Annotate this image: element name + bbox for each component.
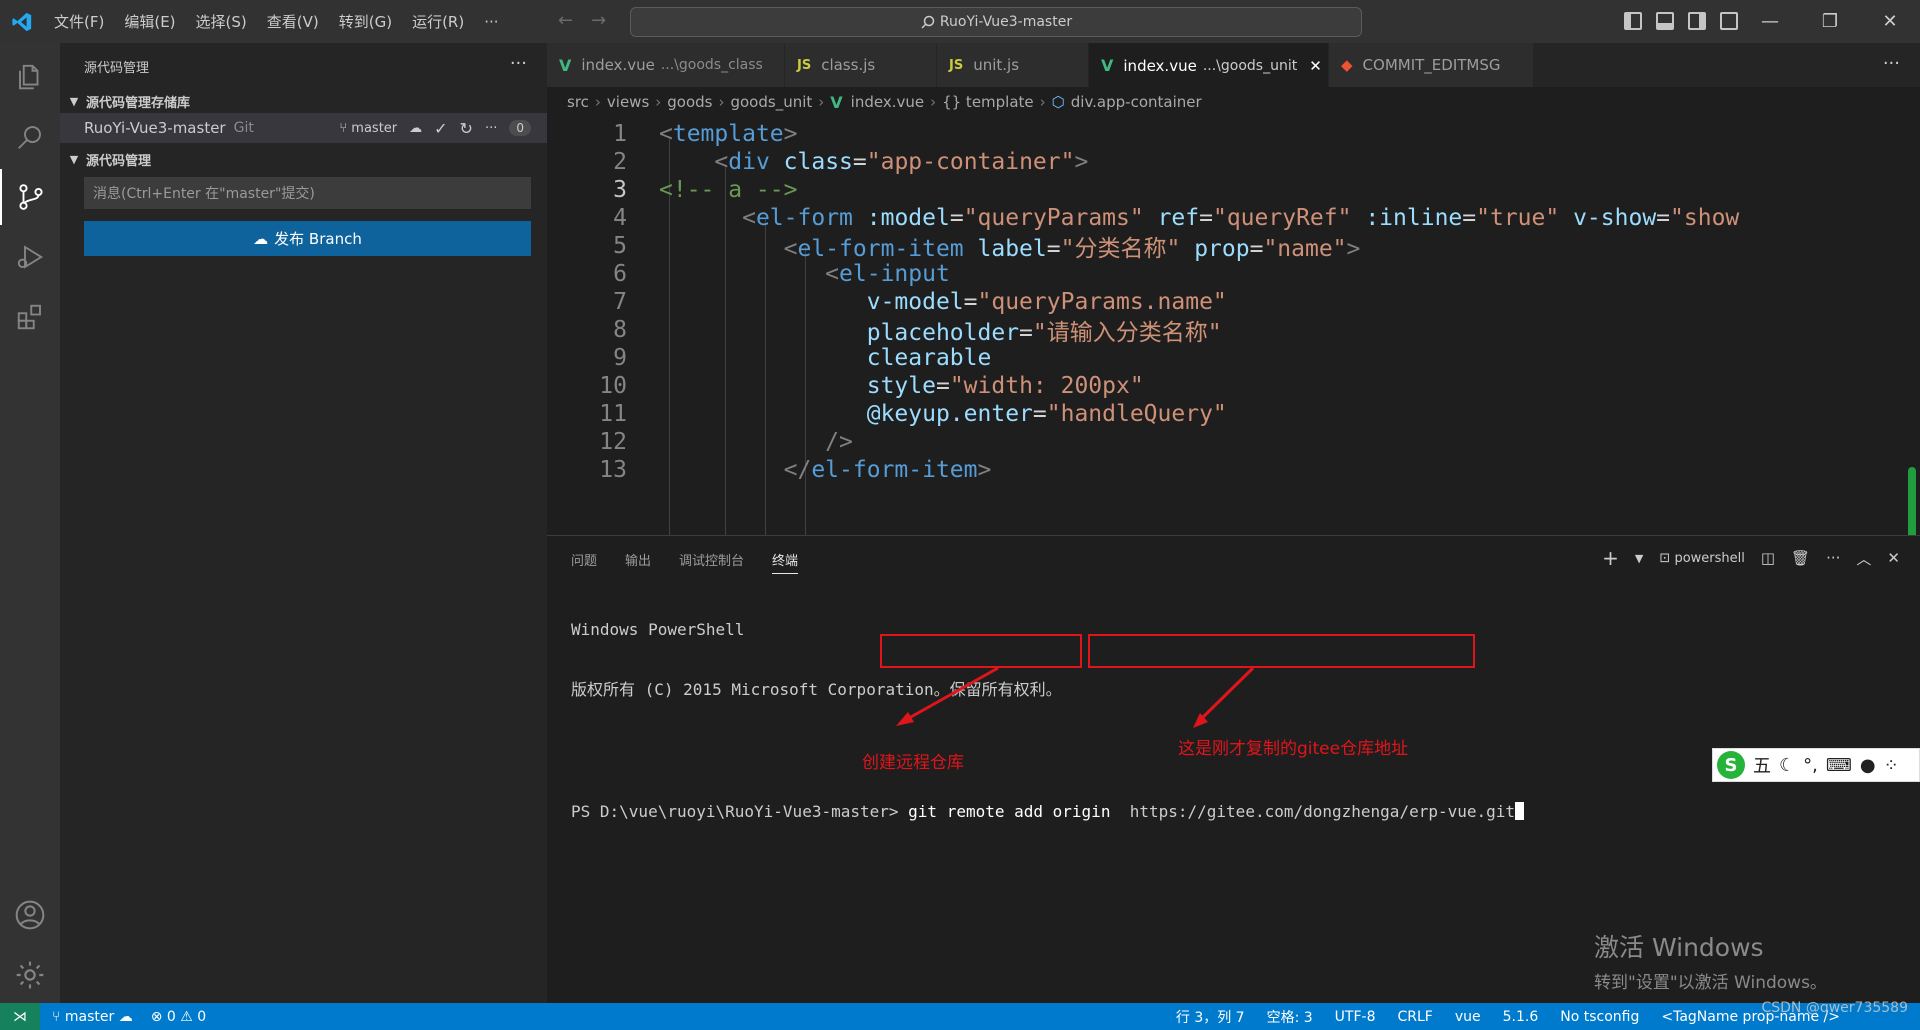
ime-user-icon[interactable]: ● [1860,755,1876,776]
status-branch[interactable]: ⑂ master ☁ [52,1009,133,1025]
annotation-note-gitee-url: 这是刚才复制的gitee仓库地址 [1178,739,1409,759]
remote-indicator-icon[interactable]: ⋊ [0,1003,40,1030]
status-branch-name: master [64,1008,115,1025]
status-version[interactable]: 5.1.6 [1503,1009,1539,1025]
ime-punctuation-icon[interactable]: °, [1803,755,1818,776]
ime-keyboard-icon[interactable]: ⌨ [1826,755,1852,776]
status-bar: ⋊ ⑂ master ☁ ⊗ 0 ⚠ 0 行 3，列 7 空格: 3 UTF-8… [0,1003,1920,1030]
activation-title: 激活 Windows [1594,933,1764,962]
status-encoding[interactable]: UTF-8 [1335,1009,1376,1025]
ime-toolbar: S 五 ☾ °, ⌨ ● ⁘ [1712,748,1920,782]
warning-icon: ⚠ [180,1008,193,1025]
ime-mode[interactable]: 五 [1753,752,1771,778]
ime-logo-icon[interactable]: S [1717,751,1745,779]
status-eol[interactable]: CRLF [1397,1009,1432,1025]
windows-activation-notice: 激活 Windows 转到"设置"以激活 Windows。 [1594,928,1827,993]
warning-count: 0 [197,1008,207,1025]
ime-moon-icon[interactable]: ☾ [1779,755,1795,776]
error-count: 0 [166,1008,176,1025]
annotation-arrows [896,666,1255,728]
status-language[interactable]: vue [1455,1009,1481,1025]
status-problems[interactable]: ⊗ 0 ⚠ 0 [151,1009,207,1025]
status-tsconfig[interactable]: No tsconfig [1560,1009,1639,1025]
annotation-arrow [901,666,999,724]
annotation-arrow [1196,666,1255,724]
error-icon: ⊗ [150,1008,163,1025]
status-indentation[interactable]: 空格: 3 [1267,1007,1313,1027]
csdn-watermark: CSDN @qwer735589 [1761,1000,1908,1016]
activation-subtitle: 转到"设置"以激活 Windows。 [1594,973,1827,993]
ime-grid-icon[interactable]: ⁘ [1884,755,1899,776]
branch-icon: ⑂ [52,1008,61,1025]
sync-cloud-icon: ☁ [118,1008,133,1025]
status-cursor-position[interactable]: 行 3，列 7 [1176,1007,1245,1027]
annotation-note-create-remote: 创建远程仓库 [862,753,964,773]
annotation-arrowhead [896,712,914,726]
